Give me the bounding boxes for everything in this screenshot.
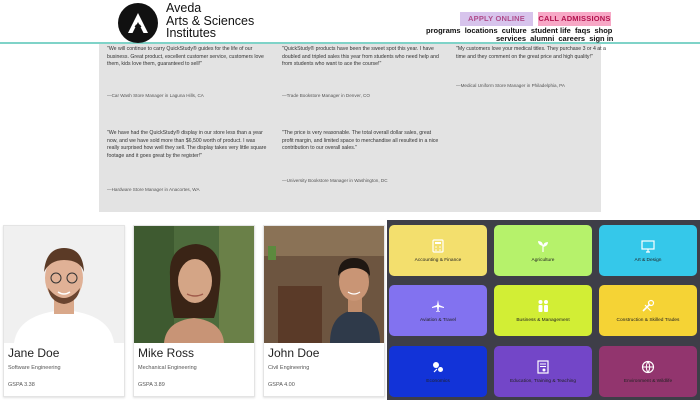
- category-tile[interactable]: Aviation & Travel: [389, 285, 487, 336]
- profile-card[interactable]: John Doe Civil Engineering GSPA 4.00: [263, 225, 385, 397]
- tile-label: Construction & Skilled Trades: [616, 318, 680, 323]
- testimonial-quote: "The price is very reasonable. The total…: [282, 130, 439, 152]
- tile-label: Accounting & Finance: [414, 258, 462, 263]
- brand-line: Aveda: [166, 1, 202, 15]
- category-tile[interactable]: Education, Training & Teaching: [494, 346, 592, 397]
- apply-online-button[interactable]: APPLY ONLINE: [460, 12, 533, 26]
- atom-icon: [430, 359, 446, 375]
- profile-photo: [4, 226, 124, 343]
- profile-major: Civil Engineering: [268, 365, 310, 371]
- testimonial-author: —Trade Bookstore Manager in Denver, CO: [282, 93, 370, 98]
- testimonial-author: —University Bookstore Manager in Washing…: [282, 178, 388, 183]
- testimonial-author: —Medical Uniform Store Manager in Philad…: [456, 83, 565, 88]
- profile-gpa: GSPA 4.00: [268, 382, 295, 388]
- testimonial-quote: "QuickStudy® products have been the swee…: [282, 46, 439, 68]
- category-tiles: Accounting & Finance Agriculture Art & D…: [387, 220, 700, 400]
- calculator-icon: [430, 238, 446, 254]
- nav-link-careers[interactable]: careers: [558, 34, 585, 43]
- profile-name: Jane Doe: [8, 346, 60, 360]
- tile-label: Aviation & Travel: [420, 318, 456, 323]
- category-tile[interactable]: Environment & Wildlife: [599, 346, 697, 397]
- testimonial-author: —Hardware Store Manager in Anacortes, WA: [107, 187, 200, 192]
- call-admissions-button[interactable]: CALL ADMISSIONS: [538, 12, 611, 26]
- airplane-icon: [430, 298, 446, 314]
- profile-gpa: GSPA 3.38: [8, 382, 35, 388]
- tile-label: Agriculture: [531, 258, 555, 263]
- profile-major: Mechanical Engineering: [138, 365, 197, 371]
- brand-line: Institutes: [166, 26, 217, 40]
- profile-gpa: GSPA 3.89: [138, 382, 165, 388]
- testimonial-author: —Car Wash Store Manager in Laguna Hills,…: [107, 93, 204, 98]
- nav-link-services[interactable]: services: [496, 34, 526, 43]
- people-icon: [535, 298, 551, 314]
- tools-icon: [640, 298, 656, 314]
- profile-photo: [264, 226, 384, 343]
- nav-link-alumni[interactable]: alumni: [530, 34, 554, 43]
- testimonial-quote: "My customers love your medical titles. …: [456, 46, 606, 60]
- profile-major: Software Engineering: [8, 365, 61, 371]
- profile-name: John Doe: [268, 346, 320, 360]
- profile-name: Mike Ross: [138, 346, 195, 360]
- globe-icon: [640, 359, 656, 375]
- testimonial-quote: "We will continue to carry QuickStudy® g…: [107, 46, 264, 68]
- tile-label: Business & Management: [516, 318, 570, 323]
- category-tile[interactable]: Agriculture: [494, 225, 592, 276]
- site-header: Aveda Arts & Sciences Institutes APPLY O…: [0, 0, 700, 44]
- tile-label: Environment & Wildlife: [623, 379, 673, 384]
- category-tile[interactable]: Business & Management: [494, 285, 592, 336]
- testimonial-quote: "We have had the QuickStudy® display in …: [107, 130, 267, 159]
- nav-link-sign-in[interactable]: sign in: [589, 34, 613, 43]
- nav-link-locations[interactable]: locations: [465, 26, 498, 35]
- category-tile[interactable]: Art & Design: [599, 225, 697, 276]
- tile-label: Economics: [426, 379, 450, 384]
- profile-card[interactable]: Jane Doe Software Engineering GSPA 3.38: [3, 225, 125, 397]
- category-tile[interactable]: Accounting & Finance: [389, 225, 487, 276]
- tile-label: Education, Training & Teaching: [509, 379, 577, 384]
- logo-icon[interactable]: [118, 3, 158, 43]
- certificate-icon: [535, 359, 551, 375]
- nav-link-programs[interactable]: programs: [426, 26, 461, 35]
- brand-name[interactable]: Aveda Arts & Sciences Institutes: [166, 2, 254, 40]
- category-tile[interactable]: Construction & Skilled Trades: [599, 285, 697, 336]
- profile-photo: [134, 226, 254, 343]
- category-tile[interactable]: Economics: [389, 346, 487, 397]
- testimonials-section: "We will continue to carry QuickStudy® g…: [99, 44, 606, 212]
- plant-icon: [535, 238, 551, 254]
- profile-card[interactable]: Mike Ross Mechanical Engineering GSPA 3.…: [133, 225, 255, 397]
- secondary-nav: services alumni careers sign in: [494, 34, 613, 43]
- monitor-icon: [640, 238, 656, 254]
- tile-label: Art & Design: [634, 258, 662, 263]
